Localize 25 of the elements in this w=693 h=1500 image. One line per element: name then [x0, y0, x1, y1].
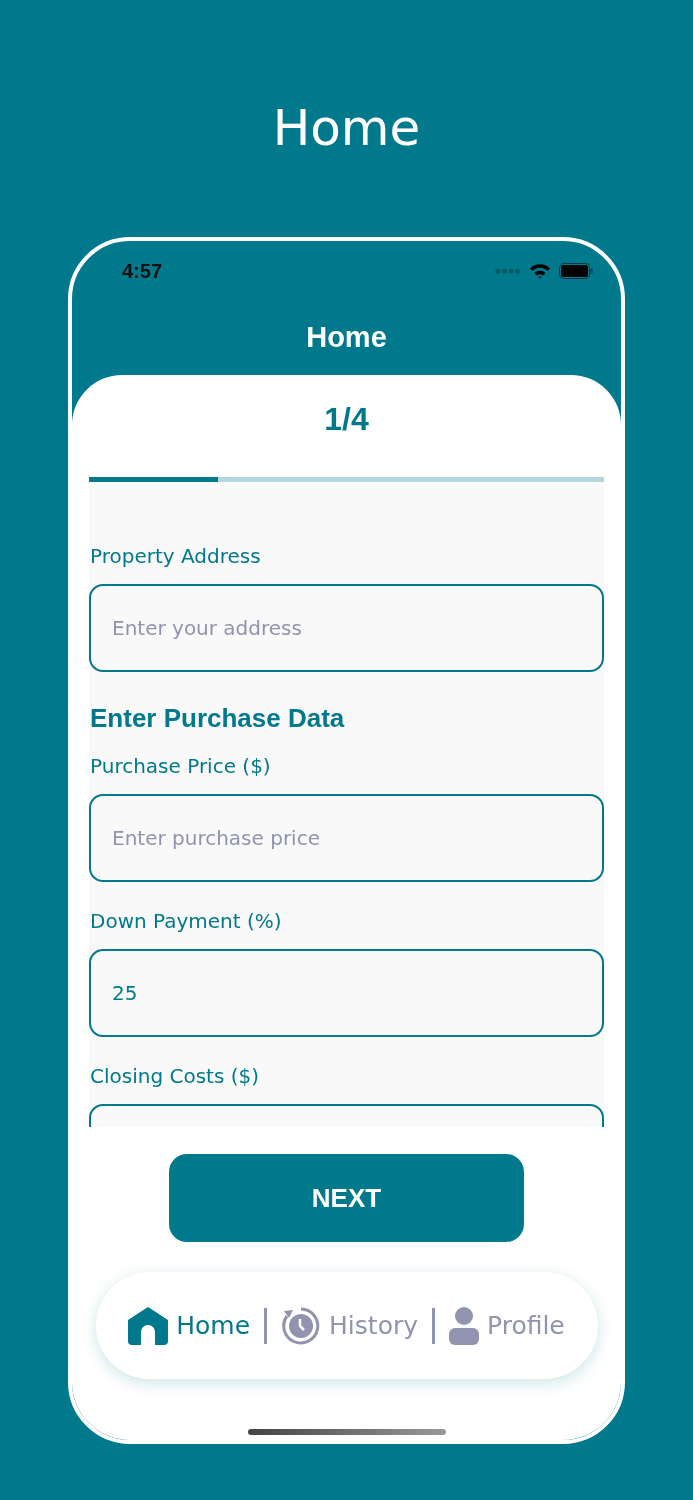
status-time: 4:57 [122, 259, 163, 283]
house-icon [128, 1306, 169, 1345]
field-label: Down Payment (%) [90, 908, 282, 935]
wifi-icon [529, 263, 551, 279]
tab-item[interactable]: Home [128, 1306, 251, 1345]
step-counter: 1/4 [324, 401, 369, 439]
input-field[interactable]: Enter purchase price [89, 794, 604, 882]
section-heading: Enter Purchase Data [90, 702, 345, 735]
header-title: Home [306, 320, 387, 354]
input-field[interactable]: 25 [89, 949, 604, 1037]
field-label: Closing Costs ($) [90, 1063, 260, 1090]
tab-item[interactable]: History [281, 1305, 418, 1346]
history-icon [281, 1305, 322, 1346]
battery-icon [559, 263, 593, 279]
tab-label: Home [176, 1311, 251, 1340]
field-label: Purchase Price ($) [90, 753, 271, 780]
input-field[interactable]: Enter your address [89, 584, 604, 672]
signal-icon [495, 268, 521, 274]
tab-item[interactable]: Profile [449, 1306, 565, 1345]
person-icon [449, 1306, 479, 1345]
page-title: Home [272, 98, 421, 159]
tab-label: History [329, 1311, 418, 1340]
next-button[interactable]: NEXT [169, 1154, 524, 1242]
tab-label: Profile [487, 1311, 565, 1340]
field-label: Property Address [90, 543, 261, 570]
